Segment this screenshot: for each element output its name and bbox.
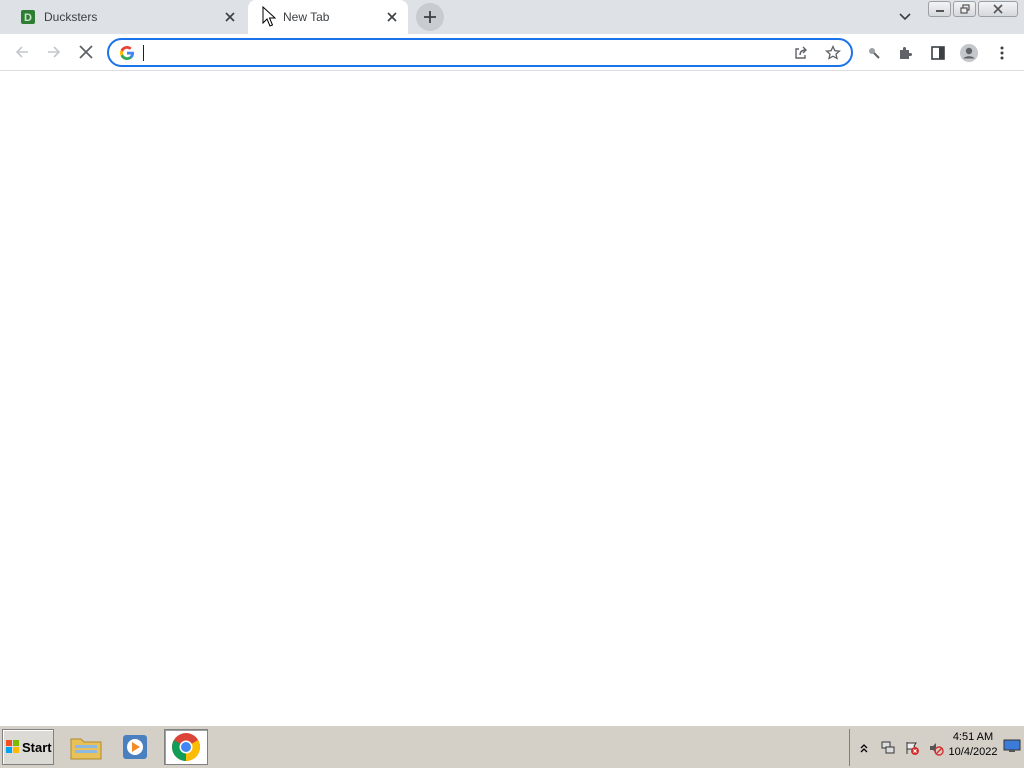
profile-button[interactable] [958, 42, 980, 64]
tray-volume-icon[interactable] [926, 738, 946, 758]
new-tab-button[interactable] [416, 3, 444, 31]
text-caret [143, 45, 144, 61]
tab-ducksters[interactable]: D Ducksters [8, 0, 246, 34]
puzzle-icon [900, 47, 912, 59]
tab-title: Ducksters [44, 10, 98, 24]
forward-button[interactable] [42, 40, 66, 64]
chevron-up-icon [860, 743, 868, 752]
bookmark-button[interactable] [823, 43, 843, 63]
minimize-button[interactable] [928, 1, 951, 17]
mouse-cursor-icon [262, 6, 276, 27]
folder-icon [70, 738, 102, 760]
tab-strip: D Ducksters New Tab [0, 0, 1024, 34]
ducksters-favicon-icon: D [21, 10, 35, 24]
network-icon [881, 741, 895, 753]
side-panel-icon [931, 46, 945, 60]
volume-muted-icon [930, 742, 944, 756]
show-desktop-button[interactable] [1003, 739, 1021, 753]
taskbar-clock[interactable]: 4:51 AM 10/4/2022 [944, 730, 1002, 760]
extensions-button[interactable] [895, 42, 917, 64]
start-label: Start [22, 739, 52, 755]
tab-title: New Tab [283, 10, 330, 24]
restore-icon [959, 4, 970, 14]
tray-network-icon[interactable] [878, 738, 898, 758]
svg-text:D: D [24, 12, 32, 24]
clock-time: 4:51 AM [952, 731, 994, 743]
menu-button[interactable] [991, 42, 1013, 64]
close-icon[interactable] [222, 9, 238, 25]
omnibox[interactable] [107, 38, 853, 67]
side-panel-button[interactable] [927, 42, 949, 64]
restore-button[interactable] [953, 1, 976, 17]
stop-icon [79, 45, 93, 59]
address-input[interactable] [141, 43, 741, 62]
close-icon[interactable] [384, 9, 400, 25]
taskbar-app-media-player[interactable] [113, 729, 157, 765]
flag-alert-icon [906, 741, 919, 755]
clock-date: 10/4/2022 [948, 746, 998, 758]
tab-search-button[interactable] [895, 8, 915, 26]
browser-toolbar [0, 34, 1024, 71]
back-button[interactable] [10, 40, 34, 64]
taskbar-app-explorer[interactable] [64, 729, 108, 765]
share-icon [795, 46, 807, 59]
close-icon [993, 4, 1003, 14]
chevron-down-icon [899, 13, 911, 21]
monitor-icon [1003, 739, 1021, 752]
kebab-menu-icon [1000, 46, 1004, 60]
show-hidden-icons-button[interactable] [854, 738, 874, 758]
extension-button[interactable] [863, 42, 885, 64]
arrow-right-icon [48, 46, 61, 58]
windows-logo-icon [6, 740, 19, 753]
media-player-icon [123, 735, 147, 759]
start-button[interactable]: Start [2, 729, 54, 765]
plus-icon [424, 11, 436, 23]
taskbar-app-chrome[interactable] [164, 729, 208, 765]
arrow-left-icon [15, 46, 28, 58]
share-button[interactable] [791, 43, 811, 63]
page-content [0, 71, 1024, 725]
google-icon [120, 46, 134, 60]
magnifier-icon [869, 48, 880, 59]
tray-action-center-icon[interactable] [902, 738, 922, 758]
stop-button[interactable] [74, 40, 98, 64]
taskbar: Start 4:51 AM 10/4/2022 [0, 725, 1024, 768]
minimize-icon [935, 10, 944, 12]
star-icon [825, 45, 841, 60]
chrome-icon [172, 733, 200, 761]
avatar-icon [960, 44, 978, 62]
window-close-button[interactable] [978, 1, 1018, 17]
